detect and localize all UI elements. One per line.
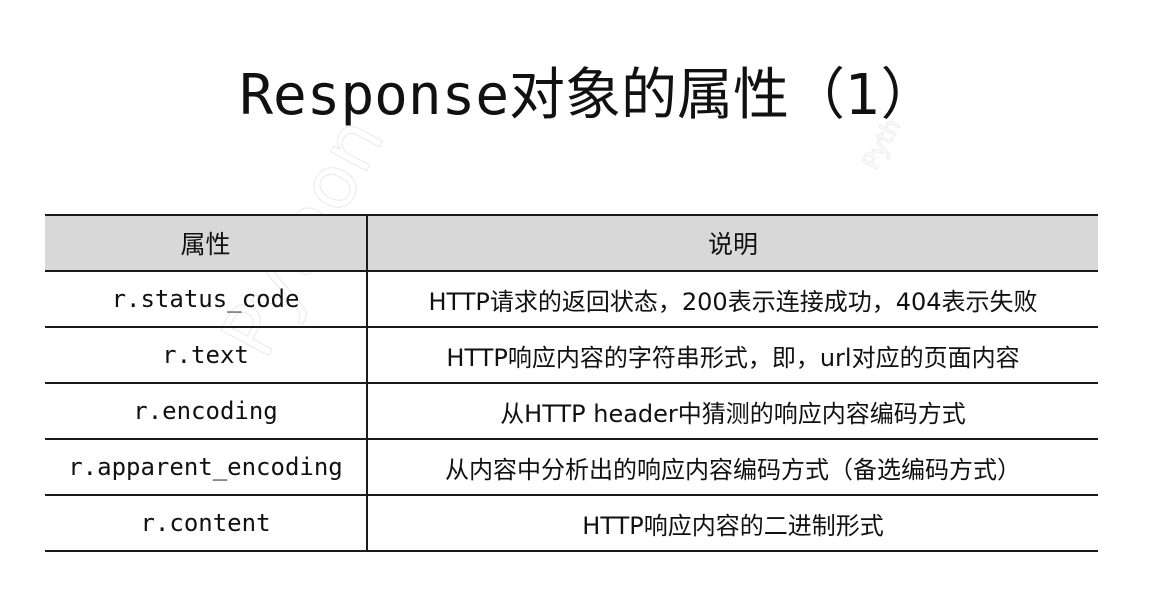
table-header-row: 属性 说明 [45, 214, 1098, 272]
description-cell: HTTP响应内容的二进制形式 [367, 495, 1098, 552]
description-cell: HTTP请求的返回状态，200表示连接成功，404表示失败 [367, 271, 1098, 328]
attribute-cell: r.content [45, 495, 368, 552]
description-cell: 从HTTP header中猜测的响应内容编码方式 [367, 383, 1098, 440]
table-row: r.apparent_encoding 从内容中分析出的响应内容编码方式（备选编… [45, 439, 1098, 496]
table-row: r.status_code HTTP请求的返回状态，200表示连接成功，404表… [45, 271, 1098, 328]
page-title: Response对象的属性（1） [0, 56, 1176, 136]
column-header-attribute: 属性 [45, 214, 368, 272]
attribute-cell: r.apparent_encoding [45, 439, 368, 496]
title-english: Response [239, 63, 510, 128]
description-cell: 从内容中分析出的响应内容编码方式（备选编码方式） [367, 439, 1098, 496]
title-chinese: 对象的属性（1） [509, 63, 937, 128]
table-row: r.content HTTP响应内容的二进制形式 [45, 495, 1098, 552]
attribute-cell: r.encoding [45, 383, 368, 440]
column-header-description: 说明 [367, 214, 1098, 272]
attribute-cell: r.status_code [45, 271, 368, 328]
table-row: r.text HTTP响应内容的字符串形式，即，url对应的页面内容 [45, 327, 1098, 384]
table-row: r.encoding 从HTTP header中猜测的响应内容编码方式 [45, 383, 1098, 440]
attribute-cell: r.text [45, 327, 368, 384]
attributes-table: 属性 说明 r.status_code HTTP请求的返回状态，200表示连接成… [45, 214, 1098, 552]
description-cell: HTTP响应内容的字符串形式，即，url对应的页面内容 [367, 327, 1098, 384]
